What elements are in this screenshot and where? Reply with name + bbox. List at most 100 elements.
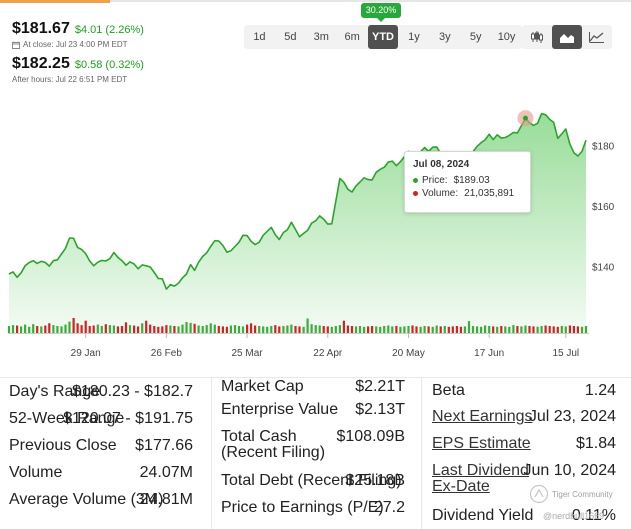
- watermark-handle: @nerdbull1669: [543, 511, 605, 521]
- stat-label-beta: Beta: [432, 382, 465, 399]
- stat-value-market-cap: $2.21T: [355, 378, 405, 395]
- volume-bar: [508, 326, 511, 333]
- after-hours-note: After hours: Jul 22 6:51 PM EDT: [12, 75, 144, 84]
- volume-bar: [451, 326, 454, 333]
- tooltip-volume-row: Volume: 21,035,891: [413, 188, 522, 199]
- hover-marker: [517, 110, 534, 127]
- next-earnings-link[interactable]: Next Earnings: [432, 409, 533, 425]
- price-area: [8, 112, 587, 333]
- volume-bar: [431, 326, 434, 333]
- range-button-10y[interactable]: 10y: [491, 25, 522, 49]
- last-price: $181.67: [12, 20, 70, 37]
- stat-label-dividend-yield: Dividend Yield: [432, 507, 534, 524]
- volume-bar: [133, 325, 136, 333]
- volume-bar: [40, 326, 43, 333]
- last-dividend-ex-date-link[interactable]: Last Dividend Ex-Date: [432, 463, 532, 495]
- volume-bar: [488, 326, 491, 333]
- volume-bar: [576, 326, 579, 333]
- volume-bar: [492, 326, 495, 333]
- volume-bar: [536, 326, 539, 333]
- volume-bar: [548, 326, 551, 333]
- area-chart-button[interactable]: [552, 25, 582, 49]
- range-button-3y[interactable]: 3y: [429, 25, 460, 49]
- volume-bar: [379, 326, 382, 333]
- volume-bar: [120, 326, 124, 333]
- volume-bar: [141, 323, 144, 333]
- volume-bar: [254, 325, 257, 333]
- top-divider: [110, 0, 631, 2]
- price-chart[interactable]: 29 Jan 26 Feb 25 Mar 22 Apr 20 May 17 Jun 15 J…: [0, 90, 631, 375]
- volume-bar: [116, 326, 119, 333]
- volume-bar: [229, 325, 232, 333]
- volume-bar: [237, 326, 241, 333]
- volume-bar: [278, 326, 281, 333]
- volume-bar: [455, 326, 458, 333]
- volume-bar: [250, 323, 253, 333]
- line-chart-button[interactable]: [582, 25, 612, 49]
- y-tick-label: $160: [592, 202, 615, 213]
- stat-label-enterprise-value: Enterprise Value: [221, 401, 339, 418]
- volume-bar: [459, 326, 462, 333]
- stat-label-previous-close: Previous Close: [9, 437, 117, 454]
- volume-bar: [177, 326, 180, 333]
- candlestick-icon: [531, 31, 543, 43]
- volume-bar: [217, 326, 220, 333]
- volume-bar: [193, 323, 196, 333]
- volume-bar: [350, 326, 354, 333]
- eps-estimate-link[interactable]: EPS Estimate: [432, 436, 531, 452]
- range-button-1y[interactable]: 1y: [398, 25, 429, 49]
- volume-bar: [419, 326, 422, 333]
- volume-bar: [149, 324, 152, 333]
- stat-value-previous-close: $177.66: [135, 437, 193, 454]
- volume-bar: [476, 326, 479, 333]
- volume-bar: [157, 326, 160, 333]
- volume-bar: [246, 324, 249, 333]
- volume-bar: [44, 325, 47, 333]
- range-button-1d[interactable]: 1d: [244, 25, 275, 49]
- stats-column-3: Beta 1.24 Next Earnings Jul 23, 2024 EPS…: [421, 378, 631, 529]
- price-area-fill: [9, 113, 586, 333]
- volume-bar: [28, 326, 31, 333]
- volume-bar: [233, 325, 237, 333]
- volume-bar: [137, 326, 140, 333]
- volume-bar: [358, 326, 362, 333]
- volume-bar: [427, 326, 430, 333]
- range-button-5y[interactable]: 5y: [460, 25, 491, 49]
- volume-bar: [294, 326, 297, 333]
- volume-bar: [16, 325, 19, 333]
- range-selector: 1d 5d 3m 6m YTD 1y 3y 5y 10y: [244, 25, 523, 49]
- volume-bar: [274, 325, 277, 333]
- volume-bar: [504, 326, 507, 333]
- range-button-ytd[interactable]: YTD: [367, 25, 399, 49]
- volume-bar: [72, 318, 75, 333]
- range-button-3m[interactable]: 3m: [306, 25, 337, 49]
- volume-bar: [262, 326, 265, 333]
- volume-bar: [439, 326, 442, 333]
- volume-bar: [371, 326, 374, 333]
- volume-bar: [443, 326, 446, 333]
- stat-label-market-cap: Market Cap: [221, 378, 304, 395]
- chart-type-selector: [522, 25, 612, 49]
- price-change: $4.01 (2.26%): [74, 24, 144, 36]
- line-chart-icon: [589, 32, 604, 43]
- candlestick-chart-button[interactable]: [522, 25, 552, 49]
- volume-bar: [80, 325, 83, 333]
- volume-bar: [64, 324, 67, 333]
- stat-value-enterprise-value: $2.13T: [355, 401, 405, 418]
- range-button-5d[interactable]: 5d: [275, 25, 306, 49]
- volume-bar: [7, 326, 11, 333]
- tooltip-volume-value: 21,035,891: [464, 188, 515, 199]
- volume-bar: [480, 326, 483, 333]
- x-tick-label: 29 Jan: [71, 348, 101, 359]
- y-tick-label: $140: [592, 262, 615, 273]
- volume-bar: [185, 322, 188, 333]
- volume-bar: [197, 325, 200, 333]
- after-hours-note-text: After hours: Jul 22 6:51 PM EDT: [12, 75, 128, 84]
- stat-value-average-volume: 24.81M: [139, 491, 193, 508]
- volume-bar: [516, 326, 519, 333]
- range-button-6m[interactable]: 6m: [337, 25, 368, 49]
- volume-bar: [375, 326, 378, 333]
- volume-bar: [354, 326, 358, 333]
- volume-bar: [205, 325, 208, 333]
- volume-bar: [580, 326, 584, 333]
